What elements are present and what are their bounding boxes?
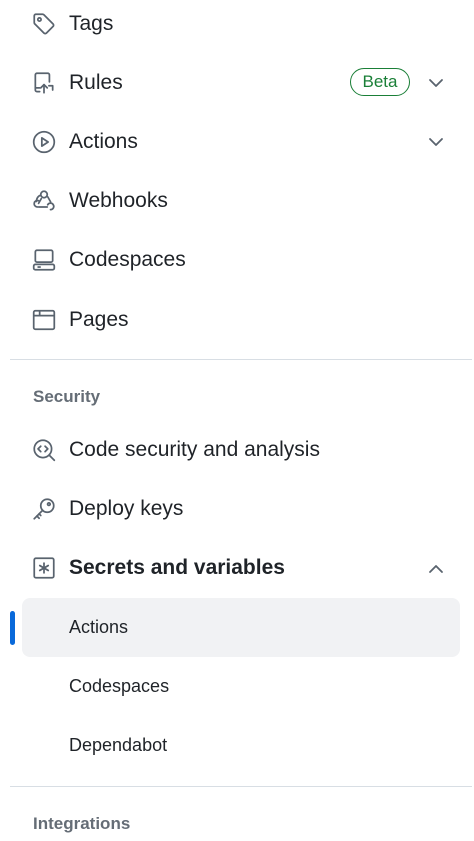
- section-divider: [10, 786, 472, 787]
- key-icon: [31, 496, 57, 522]
- subitem-label: Actions: [69, 617, 129, 637]
- subitem-dependabot[interactable]: Dependabot: [22, 716, 460, 775]
- sidebar-item-webhooks[interactable]: Webhooks: [0, 171, 474, 230]
- section-heading-integrations: Integrations: [33, 814, 131, 833]
- browser-icon: [31, 307, 57, 333]
- subitem-label: Codespaces: [69, 676, 170, 696]
- sidebar-item-label: Code security and analysis: [69, 438, 320, 461]
- sidebar-item-label: Secrets and variables: [69, 556, 285, 579]
- chevron-up-icon[interactable]: [424, 557, 448, 581]
- subitem-label: Dependabot: [69, 735, 168, 755]
- sidebar-item-code-security[interactable]: Code security and analysis: [0, 420, 474, 479]
- sidebar-item-label: Rules: [69, 71, 123, 94]
- sidebar-item-label: Pages: [69, 308, 129, 331]
- chevron-down-icon[interactable]: [424, 130, 448, 154]
- sidebar-item-tags[interactable]: Tags: [0, 0, 474, 53]
- sidebar-item-codespaces[interactable]: Codespaces: [0, 230, 474, 289]
- webhook-icon: [31, 188, 57, 214]
- repo-push-icon: [31, 70, 57, 96]
- sidebar-item-label: Webhooks: [69, 189, 168, 212]
- asterisk-icon: [31, 555, 57, 581]
- play-icon: [31, 129, 57, 155]
- active-indicator: [10, 611, 15, 645]
- section-heading-security: Security: [33, 387, 101, 406]
- sidebar-item-pages[interactable]: Pages: [0, 290, 474, 349]
- sidebar-item-label: Actions: [69, 130, 138, 153]
- chevron-down-icon[interactable]: [424, 71, 448, 95]
- beta-badge: Beta: [350, 68, 410, 96]
- sidebar-item-deploy-keys[interactable]: Deploy keys: [0, 479, 474, 538]
- sidebar-item-label: Tags: [69, 12, 114, 35]
- sidebar-item-label: Codespaces: [69, 248, 186, 271]
- tag-icon: [31, 11, 57, 37]
- sidebar-item-secrets-and-variables[interactable]: Secrets and variables: [0, 538, 474, 597]
- sidebar-item-label: Deploy keys: [69, 497, 184, 520]
- subitem-actions[interactable]: Actions: [22, 598, 460, 657]
- codescan-icon: [31, 437, 57, 463]
- codespaces-icon: [31, 247, 57, 273]
- subitem-codespaces[interactable]: Codespaces: [22, 657, 460, 716]
- sidebar-item-actions[interactable]: Actions: [0, 112, 474, 171]
- section-divider: [10, 359, 472, 360]
